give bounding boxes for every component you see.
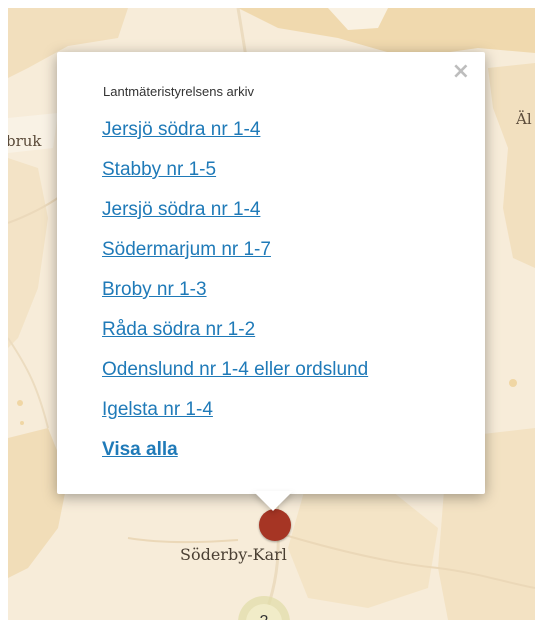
archive-link-odenslund[interactable]: Odenslund nr 1-4 eller ordslund [102, 359, 368, 380]
list-item: Odenslund nr 1-4 eller ordslund [102, 358, 368, 398]
cluster-count: 2 [246, 604, 282, 620]
popup-heading: Lantmäteristyrelsens arkiv [103, 84, 254, 99]
archive-link-jersjo-sodra[interactable]: Jersjö södra nr 1-4 [102, 119, 260, 140]
popup-tip [253, 491, 293, 511]
archive-link-list: Jersjö södra nr 1-4 Stabby nr 1-5 Jersjö… [102, 118, 368, 438]
archive-link-rada-sodra[interactable]: Råda södra nr 1-2 [102, 319, 255, 340]
show-all-link[interactable]: Visa alla [102, 438, 178, 462]
list-item: Stabby nr 1-5 [102, 158, 368, 198]
list-item: Södermarjum nr 1-7 [102, 238, 368, 278]
map-pin-marker[interactable] [259, 509, 291, 541]
list-item: Råda södra nr 1-2 [102, 318, 368, 358]
archive-link-broby[interactable]: Broby nr 1-3 [102, 279, 207, 300]
list-item: Broby nr 1-3 [102, 278, 368, 318]
map-popup: × Lantmäteristyrelsens arkiv Jersjö södr… [57, 52, 485, 494]
archive-link-stabby[interactable]: Stabby nr 1-5 [102, 159, 216, 180]
place-label-al: Äl [516, 110, 532, 128]
place-label-soderby-karl: Söderby-Karl [180, 545, 287, 564]
archive-link-igelsta[interactable]: Igelsta nr 1-4 [102, 399, 213, 420]
archive-link-jersjo-sodra-2[interactable]: Jersjö södra nr 1-4 [102, 199, 260, 220]
list-item: Jersjö södra nr 1-4 [102, 118, 368, 158]
place-label-bruk: bruk [8, 132, 42, 150]
archive-link-sodermarjum[interactable]: Södermarjum nr 1-7 [102, 239, 271, 260]
list-item: Igelsta nr 1-4 [102, 398, 368, 438]
list-item: Jersjö södra nr 1-4 [102, 198, 368, 238]
close-icon[interactable]: × [452, 61, 470, 83]
